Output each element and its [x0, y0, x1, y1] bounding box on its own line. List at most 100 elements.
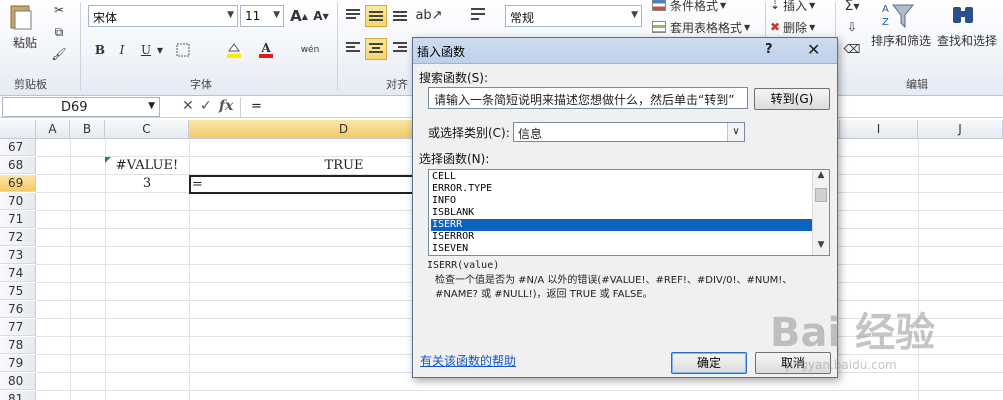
font-size-select[interactable]: 11 ▼: [240, 5, 284, 27]
chevron-down-icon[interactable]: ∨: [727, 123, 744, 141]
border-icon[interactable]: [174, 41, 192, 59]
row-header-74[interactable]: 74: [0, 265, 36, 282]
cell-c68[interactable]: #VALUE!: [105, 157, 189, 174]
row-header-73[interactable]: 73: [0, 247, 36, 264]
conditional-format-button[interactable]: 条件格式 ▼: [652, 0, 756, 14]
row-header-75[interactable]: 75: [0, 283, 36, 300]
name-box[interactable]: D69 ▼: [2, 97, 160, 117]
enter-icon[interactable]: ✓: [200, 98, 212, 114]
insert-function-dialog: 插入函数 ? ✕ 搜索函数(S): 请输入一条简短说明来描述您想做什么，然后单击…: [412, 37, 838, 378]
scrollbar-thumb[interactable]: [815, 188, 827, 202]
table-format-button[interactable]: 套用表格格式 ▼: [652, 18, 764, 36]
orientation-icon[interactable]: ab↗: [415, 5, 442, 25]
search-input[interactable]: 请输入一条简短说明来描述您想做什么，然后单击“转到”: [428, 87, 748, 109]
align-middle-icon[interactable]: [365, 5, 387, 27]
ok-button[interactable]: 确定: [671, 352, 747, 374]
close-icon[interactable]: ✕: [807, 40, 820, 59]
row-header-72[interactable]: 72: [0, 229, 36, 246]
row-header-80[interactable]: 80: [0, 373, 36, 390]
fill-down-icon[interactable]: ⇩: [840, 18, 864, 36]
font-shrink-button[interactable]: A ▼: [312, 6, 330, 26]
row-header-69[interactable]: 69: [0, 175, 36, 192]
number-format-select[interactable]: 常规 ▼: [505, 5, 642, 27]
phonetic-button[interactable]: wén: [296, 42, 324, 58]
chevron-down-icon[interactable]: ▼: [156, 43, 164, 57]
format-painter-icon[interactable]: 🖌: [50, 46, 68, 62]
cancel-button[interactable]: 取消: [755, 352, 831, 374]
cell-c69[interactable]: 3: [105, 175, 189, 192]
row-header-77[interactable]: 77: [0, 319, 36, 336]
column-header-b[interactable]: B: [70, 120, 105, 139]
row-header-67[interactable]: 67: [0, 139, 36, 156]
paste-icon[interactable]: [6, 2, 36, 32]
bold-button[interactable]: B: [92, 41, 108, 59]
row-header-70[interactable]: 70: [0, 193, 36, 210]
function-help-link[interactable]: 有关该函数的帮助: [420, 352, 516, 369]
grid-line: [36, 390, 1003, 391]
row-header-79[interactable]: 79: [0, 355, 36, 372]
chevron-down-icon: ▼: [227, 10, 234, 20]
row-header-71[interactable]: 71: [0, 211, 36, 228]
function-list[interactable]: CELL ERROR.TYPE INFO ISBLANK ISERR ISERR…: [428, 169, 830, 256]
align-left-icon[interactable]: [343, 38, 363, 58]
align-center-icon[interactable]: [365, 38, 387, 60]
fill-color-icon[interactable]: [224, 40, 244, 60]
chevron-down-icon[interactable]: ▼: [813, 240, 829, 255]
insert-label: 插入: [783, 0, 808, 13]
insert-button[interactable]: ⇣ 插入 ▼: [770, 0, 830, 14]
italic-button[interactable]: I: [114, 41, 130, 59]
align-bottom-icon[interactable]: [390, 5, 410, 25]
column-header-a[interactable]: A: [36, 120, 70, 139]
cut-icon[interactable]: ✂: [50, 2, 68, 18]
row-header-78[interactable]: 78: [0, 337, 36, 354]
paste-button[interactable]: 粘贴: [10, 34, 40, 50]
font-color-icon[interactable]: A: [256, 40, 276, 60]
conditional-format-label: 条件格式: [670, 0, 719, 13]
insert-function-icon[interactable]: fx: [219, 98, 233, 114]
font-shrink-label: A: [313, 9, 323, 23]
clear-icon[interactable]: ⌫: [840, 40, 864, 58]
sort-filter-button[interactable]: 排序和筛选: [868, 32, 934, 48]
autosum-button[interactable]: Σ ▼: [840, 0, 864, 15]
cancel-icon[interactable]: ✕: [182, 98, 194, 114]
select-all-corner[interactable]: [0, 120, 36, 139]
font-name-select[interactable]: 宋体 ▼: [88, 5, 238, 27]
chevron-up-icon[interactable]: ▲: [813, 170, 829, 185]
list-item[interactable]: ERROR.TYPE: [431, 183, 813, 195]
column-header-c[interactable]: C: [105, 120, 189, 139]
conditional-format-icon: [652, 0, 666, 11]
search-label: 搜索函数(S):: [419, 71, 489, 85]
font-grow-button[interactable]: A ▲: [290, 6, 308, 26]
select-function-label: 选择函数(N):: [419, 152, 490, 166]
chevron-down-icon: ▼: [631, 10, 638, 20]
row-header-68[interactable]: 68: [0, 157, 36, 174]
delete-button[interactable]: ✖ 删除 ▼: [770, 18, 830, 36]
find-select-button[interactable]: 查找和选择: [934, 32, 1000, 48]
list-item[interactable]: ISERROR: [431, 231, 813, 243]
list-item-selected[interactable]: ISERR: [430, 218, 814, 232]
dialog-title-bar[interactable]: 插入函数 ? ✕: [413, 38, 837, 64]
align-top-icon[interactable]: [343, 5, 363, 25]
list-item[interactable]: INFO: [431, 195, 813, 207]
list-item[interactable]: ISEVEN: [431, 243, 813, 255]
column-header-j[interactable]: J: [918, 120, 1003, 139]
align-right-icon[interactable]: [390, 38, 410, 58]
function-list-scrollbar[interactable]: ▲ ▼: [812, 170, 829, 255]
sort-filter-icon[interactable]: AZ: [880, 0, 916, 30]
list-item[interactable]: CELL: [431, 171, 813, 183]
wrap-text-icon[interactable]: [468, 4, 488, 26]
name-box-value: D69: [61, 100, 88, 115]
category-select[interactable]: 信息 ∨: [513, 122, 745, 142]
list-item[interactable]: ISBLANK: [431, 207, 813, 219]
underline-button[interactable]: U: [138, 41, 154, 59]
column-header-i[interactable]: I: [840, 120, 918, 139]
separator: [337, 2, 338, 90]
go-button[interactable]: 转到(G): [754, 88, 830, 110]
help-icon[interactable]: ?: [765, 42, 773, 57]
row-header-81[interactable]: 81: [0, 391, 36, 400]
cell-d69-active[interactable]: =: [189, 175, 415, 194]
row-header-76[interactable]: 76: [0, 301, 36, 318]
clipboard-group-label: 剪贴板: [14, 78, 47, 91]
find-select-icon[interactable]: [948, 0, 980, 30]
copy-icon[interactable]: ⧉: [50, 24, 68, 40]
